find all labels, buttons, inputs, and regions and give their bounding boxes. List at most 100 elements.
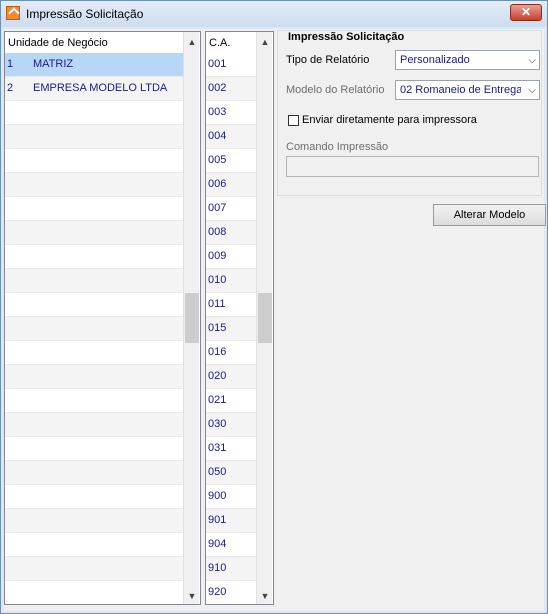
ca-column-header: C.A.	[206, 32, 256, 52]
table-row[interactable]	[5, 245, 183, 269]
table-row[interactable]: 910	[206, 557, 256, 581]
ca-grid[interactable]: C.A. 001 002 003 004 005 006 007 008 009 010 011 01…	[205, 31, 274, 605]
business-unit-scrollbar[interactable]: ▲ ▼	[183, 32, 199, 604]
chevron-down-icon: ⌵	[528, 85, 536, 96]
ca-scrollbar[interactable]: ▲ ▼	[256, 32, 272, 604]
table-row[interactable]: 920	[206, 581, 256, 604]
table-row[interactable]: 904	[206, 533, 256, 557]
table-row[interactable]: 015	[206, 317, 256, 341]
table-row[interactable]	[5, 317, 183, 341]
report-model-select[interactable]: 02 Romaneio de Entrega ⌵	[395, 80, 540, 100]
table-row[interactable]: 016	[206, 341, 256, 365]
table-row[interactable]	[5, 485, 183, 509]
client-area: Unidade de Negócio 1 MATRIZ 2 EMPRESA MODEL…	[4, 29, 546, 611]
ca-code-cell: 920	[208, 586, 227, 598]
table-row[interactable]: 011	[206, 293, 256, 317]
business-unit-grid[interactable]: Unidade de Negócio 1 MATRIZ 2 EMPRESA MODEL…	[4, 31, 201, 605]
send-direct-checkbox[interactable]	[288, 115, 299, 126]
report-type-select[interactable]: Personalizado ⌵	[395, 50, 540, 70]
ca-code-cell: 020	[208, 370, 227, 382]
table-row[interactable]	[5, 173, 183, 197]
business-unit-column-header: Unidade de Negócio	[5, 32, 183, 52]
table-row[interactable]: 050	[206, 461, 256, 485]
table-row[interactable]	[5, 365, 183, 389]
table-row[interactable]: 005	[206, 149, 256, 173]
ca-rows: 001 002 003 004 005 006 007 008 009 010 011 015 016 0…	[206, 53, 256, 604]
table-row[interactable]	[5, 413, 183, 437]
table-row[interactable]	[5, 269, 183, 293]
ca-code-cell: 007	[208, 202, 227, 214]
table-row[interactable]	[5, 197, 183, 221]
table-row[interactable]	[5, 341, 183, 365]
scroll-thumb[interactable]	[185, 293, 199, 343]
ca-code-cell: 900	[208, 490, 227, 502]
print-settings-title: Impressão Solicitação	[286, 31, 407, 43]
table-row[interactable]: 2 EMPRESA MODELO LTDA	[5, 77, 183, 101]
scroll-down-icon[interactable]: ▼	[257, 588, 273, 604]
table-row[interactable]: 031	[206, 437, 256, 461]
ca-code-cell: 005	[208, 154, 227, 166]
scroll-up-icon[interactable]: ▲	[184, 34, 200, 50]
window-title: Impressão Solicitação	[26, 7, 144, 21]
table-row[interactable]: 004	[206, 125, 256, 149]
send-direct-label[interactable]: Enviar diretamente para impressora	[302, 114, 477, 126]
table-row[interactable]: 003	[206, 101, 256, 125]
report-model-value: 02 Romaneio de Entrega	[400, 84, 521, 96]
ca-code-cell: 008	[208, 226, 227, 238]
business-unit-rows: 1 MATRIZ 2 EMPRESA MODELO LTDA	[5, 53, 183, 581]
table-row[interactable]: 001	[206, 53, 256, 77]
table-row[interactable]	[5, 437, 183, 461]
ca-code-cell: 901	[208, 514, 227, 526]
table-row[interactable]	[5, 533, 183, 557]
table-row[interactable]: 007	[206, 197, 256, 221]
table-row[interactable]	[5, 461, 183, 485]
table-row[interactable]	[5, 509, 183, 533]
change-model-button[interactable]: Alterar Modelo	[433, 204, 546, 226]
table-row[interactable]: 006	[206, 173, 256, 197]
ca-code-cell: 010	[208, 274, 227, 286]
ca-code-cell: 050	[208, 466, 227, 478]
table-row[interactable]: 009	[206, 245, 256, 269]
close-button[interactable]: ✕	[510, 4, 542, 21]
table-row[interactable]: 021	[206, 389, 256, 413]
ca-code-cell: 003	[208, 106, 227, 118]
ca-code-cell: 015	[208, 322, 227, 334]
unit-id-cell: 1	[7, 58, 14, 70]
ca-code-cell: 904	[208, 538, 227, 550]
report-model-label: Modelo do Relatório	[286, 84, 385, 96]
table-row[interactable]: 010	[206, 269, 256, 293]
ca-code-cell: 021	[208, 394, 227, 406]
table-row[interactable]	[5, 149, 183, 173]
dialog-window: Impressão Solicitação ✕ Unidade de Negóc…	[0, 0, 548, 614]
table-row[interactable]	[5, 293, 183, 317]
title-bar[interactable]: Impressão Solicitação ✕	[1, 1, 547, 27]
ca-code-cell: 031	[208, 442, 227, 454]
scroll-down-icon[interactable]: ▼	[184, 588, 200, 604]
table-row[interactable]	[5, 125, 183, 149]
ca-code-cell: 011	[208, 298, 226, 310]
app-icon	[6, 6, 20, 20]
scroll-up-icon[interactable]: ▲	[257, 34, 273, 50]
print-settings-group: Impressão Solicitação Tipo de Relatório …	[277, 30, 542, 196]
ca-code-cell: 016	[208, 346, 227, 358]
table-row[interactable]: 020	[206, 365, 256, 389]
unit-id-cell: 2	[7, 82, 14, 94]
print-command-input[interactable]	[286, 156, 539, 177]
table-row[interactable]: 900	[206, 485, 256, 509]
chevron-down-icon: ⌵	[528, 55, 536, 66]
ca-code-cell: 030	[208, 418, 227, 430]
table-row[interactable]: 1 MATRIZ	[5, 53, 183, 77]
table-row[interactable]	[5, 101, 183, 125]
table-row[interactable]: 030	[206, 413, 256, 437]
ca-code-cell: 006	[208, 178, 227, 190]
table-row[interactable]: 002	[206, 77, 256, 101]
table-row[interactable]	[5, 389, 183, 413]
table-row[interactable]: 008	[206, 221, 256, 245]
table-row[interactable]	[5, 221, 183, 245]
report-type-label: Tipo de Relatório	[286, 54, 370, 66]
scroll-thumb[interactable]	[258, 293, 272, 343]
table-row[interactable]: 901	[206, 509, 256, 533]
ca-code-cell: 004	[208, 130, 227, 142]
ca-code-cell: 910	[208, 562, 227, 574]
table-row[interactable]	[5, 557, 183, 581]
